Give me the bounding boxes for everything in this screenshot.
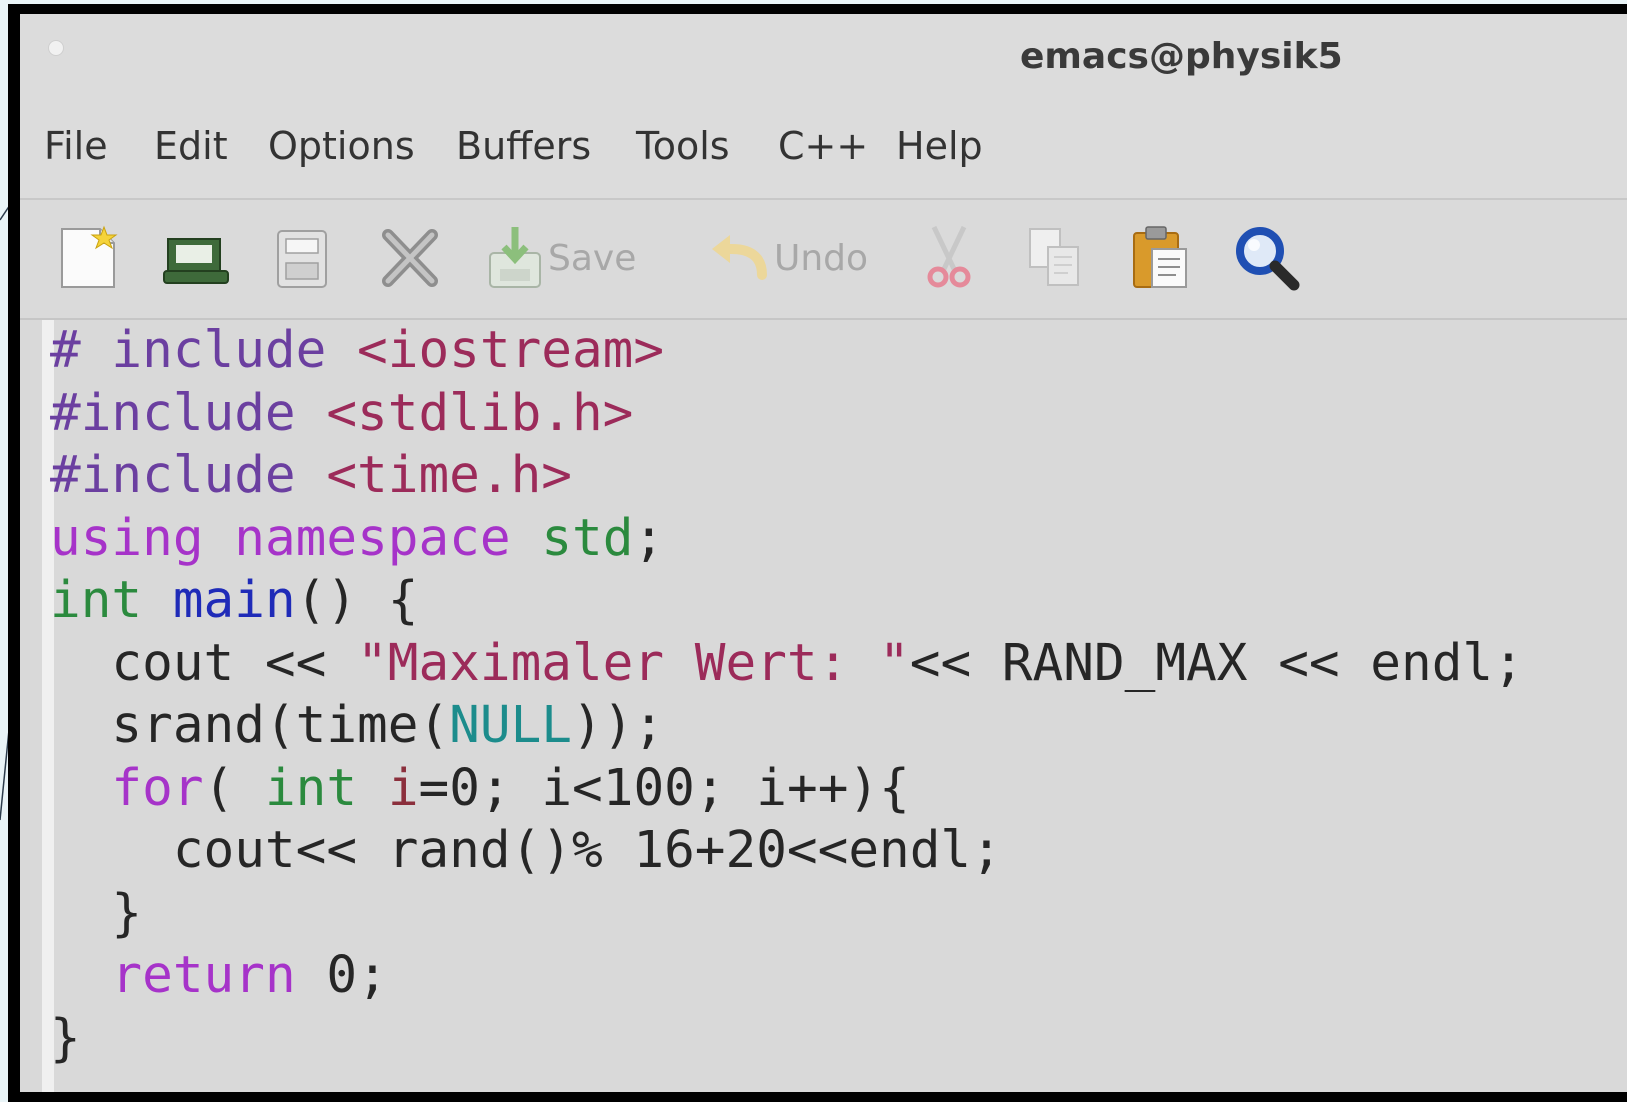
code-line[interactable]: }: [50, 883, 1524, 946]
code-token: =0; i<100; i++){: [418, 758, 910, 818]
menu-bar: File Edit Options Buffers Tools C++ Help: [20, 106, 1627, 200]
code-token: using: [50, 508, 204, 568]
open-folder-icon: [163, 238, 229, 284]
menu-edit[interactable]: Edit: [154, 124, 228, 168]
search-icon: [1236, 227, 1300, 291]
code-line[interactable]: #include <time.h>: [50, 445, 1524, 508]
copy-button[interactable]: [1024, 220, 1086, 296]
save-disk-button[interactable]: [272, 220, 332, 296]
save-disk-icon: [277, 230, 327, 288]
code-token: # include: [50, 321, 358, 380]
menu-options[interactable]: Options: [268, 124, 415, 168]
code-token: cout <<: [50, 633, 358, 693]
code-token: ));: [572, 696, 665, 755]
code-line[interactable]: srand(time(NULL));: [50, 695, 1524, 758]
code-line[interactable]: for( int i=0; i<100; i++){: [50, 758, 1524, 821]
code-token: 0;: [295, 946, 388, 1005]
emacs-window: emacs@physik5 File Edit Options Buffers …: [8, 4, 1627, 1102]
code-token: <iostream>: [357, 321, 665, 380]
code-token: namespace: [234, 508, 511, 568]
window-title: emacs@physik5: [1020, 36, 1343, 77]
new-file-button[interactable]: [56, 220, 122, 296]
close-buffer-button[interactable]: [378, 220, 442, 296]
code-token: int: [50, 571, 143, 630]
code-token: #include: [50, 446, 327, 505]
code-token: main: [172, 571, 296, 630]
code-line[interactable]: #include <stdlib.h>: [50, 383, 1524, 446]
menu-file[interactable]: File: [44, 124, 108, 168]
code-token: }: [50, 883, 143, 943]
code-token: ;: [633, 508, 665, 568]
menu-tools[interactable]: Tools: [636, 124, 730, 168]
new-file-icon: [61, 225, 118, 288]
undo-icon: [712, 235, 767, 280]
window-content: emacs@physik5 File Edit Options Buffers …: [20, 14, 1627, 1092]
code-token: () {: [295, 571, 419, 630]
code-token: int: [264, 758, 358, 818]
code-token: }: [50, 1008, 81, 1068]
window-control-dot[interactable]: [48, 40, 64, 56]
cut-icon: [927, 225, 971, 288]
editor-buffer[interactable]: # include <iostream> #include <stdlib.h> #…: [20, 320, 1627, 1092]
save-icon: [489, 227, 541, 288]
save-label: Save: [548, 237, 637, 279]
code-token: cout<< rand()% 16+20<<endl;: [50, 821, 1002, 880]
code-token: srand(time(: [50, 696, 450, 755]
close-x-icon: [382, 229, 438, 287]
code-token: << RAND_MAX << endl;: [909, 633, 1524, 693]
code-token: i: [387, 758, 419, 818]
paste-button[interactable]: [1130, 220, 1192, 296]
menu-cpp[interactable]: C++: [778, 124, 868, 168]
cut-button[interactable]: [920, 220, 978, 296]
code-line[interactable]: cout << "Maximaler Wert: "<< RAND_MAX <<…: [50, 633, 1524, 696]
copy-icon: [1029, 228, 1079, 286]
menu-help[interactable]: Help: [896, 124, 983, 168]
menu-buffers[interactable]: Buffers: [456, 124, 591, 168]
code-line[interactable]: cout<< rand()% 16+20<<endl;: [50, 820, 1524, 883]
code-line[interactable]: # include <iostream>: [50, 320, 1524, 383]
paste-icon: [1133, 226, 1187, 288]
code-token: #include: [50, 383, 327, 443]
code-token: <time.h>: [326, 446, 572, 505]
open-file-button[interactable]: [160, 220, 232, 296]
search-button[interactable]: [1232, 220, 1302, 296]
undo-label: Undo: [774, 237, 869, 279]
code-token: <stdlib.h>: [326, 383, 634, 443]
code-line[interactable]: }: [50, 1008, 1524, 1071]
code-line[interactable]: int main() {: [50, 570, 1524, 633]
code-token: std: [541, 508, 634, 568]
save-button[interactable]: Save: [486, 220, 636, 296]
code-line[interactable]: using namespace std;: [50, 508, 1524, 571]
code-token: return: [111, 946, 296, 1005]
code-line[interactable]: return 0;: [50, 945, 1524, 1008]
code-token: for: [111, 758, 204, 818]
code-token: "Maximaler Wert: ": [357, 633, 910, 693]
title-bar: emacs@physik5: [20, 14, 1627, 106]
undo-button[interactable]: Undo: [708, 220, 868, 296]
code-token: (: [203, 758, 265, 818]
code-token: NULL: [449, 696, 572, 755]
toolbar: Save Undo: [20, 200, 1627, 320]
source-code[interactable]: # include <iostream> #include <stdlib.h> #…: [50, 320, 1524, 1070]
